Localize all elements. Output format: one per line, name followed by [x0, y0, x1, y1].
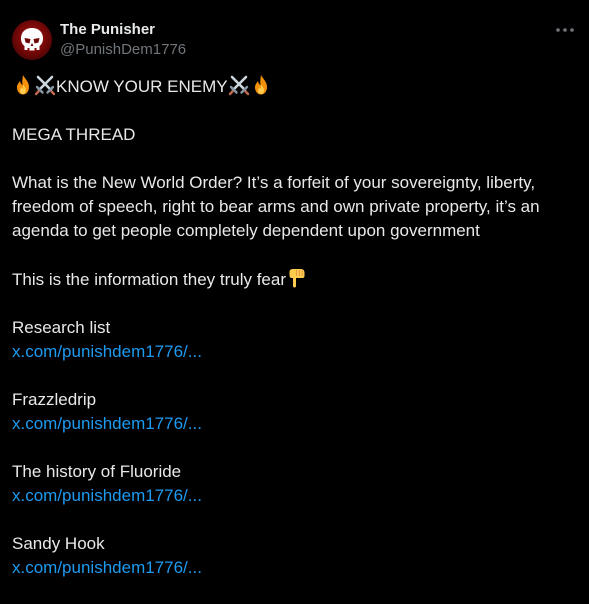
more-options-button[interactable] [553, 20, 577, 40]
headline-row: KNOW YOUR ENEMY [12, 74, 572, 99]
headline-text: KNOW YOUR ENEMY [56, 77, 228, 96]
subheadline-text: MEGA THREAD [12, 125, 136, 144]
section-link[interactable]: x.com/punishdem1776/... [12, 340, 572, 364]
intro-paragraph: What is the New World Order? It’s a forf… [12, 171, 572, 243]
crossed-swords-emoji [34, 75, 56, 96]
fire-emoji [254, 75, 267, 95]
section-title: The history of Fluoride [12, 462, 182, 481]
section-link[interactable]: x.com/punishdem1776/... [12, 412, 572, 436]
more-horizontal-icon [556, 28, 574, 32]
intro-line: agenda to get people completely dependen… [12, 221, 480, 240]
section-link[interactable]: x.com/punishdem1776/... [12, 556, 572, 580]
skull-icon [21, 28, 43, 51]
author-names: The Punisher @PunishDem1776 [60, 20, 186, 60]
tweet-header: The Punisher @PunishDem1776 [12, 20, 577, 60]
tweet: The Punisher @PunishDem1776 KNOW YOUR EN… [0, 0, 589, 590]
display-name[interactable]: The Punisher [60, 20, 186, 40]
section-history-of-fluoride: The history of Fluoride x.com/punishdem1… [12, 460, 572, 508]
section-title: Frazzledrip [12, 390, 97, 409]
crossed-swords-emoji [228, 75, 249, 96]
intro-line: freedom of speech, right to bear arms an… [12, 197, 540, 216]
fear-text: This is the information they truly fear [12, 270, 287, 289]
avatar[interactable] [12, 20, 52, 60]
section-link[interactable]: x.com/punishdem1776/... [12, 484, 572, 508]
section-title: Sandy Hook [12, 534, 105, 553]
backhand-pointing-down-emoji [289, 269, 305, 288]
tweet-body: KNOW YOUR ENEMY MEGA THREAD What is the … [12, 74, 572, 604]
fear-paragraph: This is the information they truly fear [12, 267, 572, 292]
subheadline: MEGA THREAD [12, 123, 572, 147]
intro-line: What is the New World Order? It’s a forf… [12, 173, 536, 192]
section-title: Research list [12, 318, 111, 337]
handle[interactable]: @PunishDem1776 [60, 40, 186, 60]
section-sandy-hook: Sandy Hook x.com/punishdem1776/... [12, 532, 572, 580]
section-research-list: Research list x.com/punishdem1776/... [12, 316, 572, 364]
fire-emoji [17, 75, 29, 95]
section-frazzledrip: Frazzledrip x.com/punishdem1776/... [12, 388, 572, 436]
